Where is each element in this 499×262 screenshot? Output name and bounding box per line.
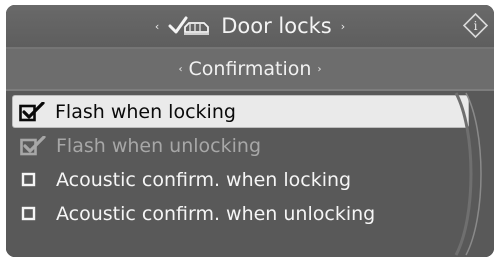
car-check-icon <box>168 13 212 39</box>
menu-item-label: Flash when locking <box>55 100 236 123</box>
menu-item-label: Acoustic confirm. when locking <box>56 169 352 191</box>
title-bar: ‹ Door locks › i <box>6 5 494 49</box>
unchecked-checkbox-icon[interactable] <box>20 204 48 224</box>
menu-item-acoustic-unlocking[interactable]: Acoustic confirm. when unlocking <box>14 198 469 230</box>
subheader-title: Confirmation <box>188 58 312 80</box>
page-title: Door locks <box>221 14 332 38</box>
scroll-indicator-arc <box>454 92 482 256</box>
menu-item-label: Acoustic confirm. when unlocking <box>56 203 376 225</box>
menu-list: Flash when locking Flash when unlocking … <box>6 91 494 257</box>
subheader-left-arrow-icon[interactable]: ‹ <box>179 64 183 75</box>
menu-item-label: Flash when unlocking <box>56 135 262 157</box>
info-icon-label: i <box>474 19 478 33</box>
checked-checkbox-icon <box>20 136 48 156</box>
title-right-arrow-icon[interactable]: › <box>341 20 345 33</box>
title-left-arrow-icon[interactable]: ‹ <box>155 20 159 33</box>
menu-item-acoustic-locking[interactable]: Acoustic confirm. when locking <box>14 164 469 196</box>
unchecked-checkbox-icon[interactable] <box>20 170 48 190</box>
menu-item-flash-unlocking: Flash when unlocking <box>14 130 469 162</box>
idrive-screen: ‹ Door locks › i ‹ Confirmation › Flash … <box>6 5 494 257</box>
subheader-bar[interactable]: ‹ Confirmation › <box>6 49 494 91</box>
info-icon[interactable]: i <box>462 12 489 39</box>
checked-checkbox-icon[interactable] <box>19 101 47 122</box>
subheader-right-arrow-icon[interactable]: › <box>317 64 321 75</box>
menu-item-flash-locking[interactable]: Flash when locking <box>13 96 468 127</box>
title-group[interactable]: ‹ Door locks › <box>6 5 494 47</box>
